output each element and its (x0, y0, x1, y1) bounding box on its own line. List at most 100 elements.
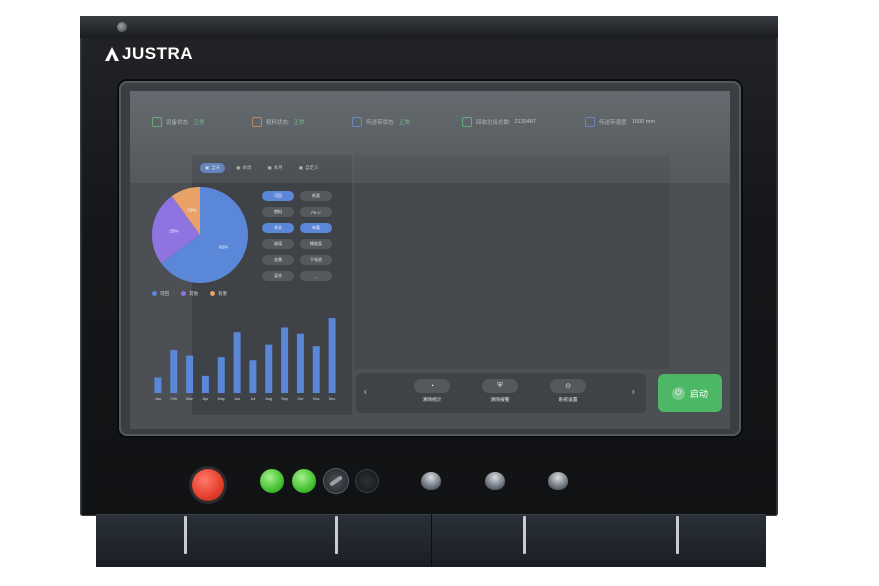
x-tick-label: Jan (155, 397, 161, 401)
indicator-knob-3[interactable] (548, 472, 568, 490)
clear-stats-button[interactable]: ◔ 清除统计 (412, 379, 452, 403)
indicator-knob-1[interactable] (421, 472, 441, 490)
clear-stats-label: 清除统计 (422, 398, 442, 403)
tab-label: 本月 (273, 165, 283, 170)
status-value: 正常 (193, 120, 205, 126)
category-button[interactable]: 可回 (262, 191, 294, 201)
calendar-icon: ▣ (205, 165, 210, 170)
tab-label: 本周 (242, 165, 252, 170)
pie-slice-label: 25% (169, 228, 178, 233)
vent-slot (676, 516, 679, 554)
category-button[interactable]: 纸类 (300, 191, 332, 201)
x-tick-label: Dec (329, 397, 336, 401)
category-button[interactable]: 木头 (262, 223, 294, 233)
calendar-icon: ▣ (236, 165, 241, 170)
x-tick-label: May (218, 397, 225, 401)
clear-alarm-button[interactable]: ⛨ 清除报警 (480, 379, 520, 403)
status-item: 设备状态: 正常 (152, 117, 205, 127)
category-button[interactable]: 干电池 (300, 255, 332, 265)
x-tick-label: Oct (297, 397, 304, 401)
brand-logo: JUSTRA (104, 44, 193, 64)
emergency-stop-button[interactable] (192, 469, 224, 501)
x-tick-label: Aug (265, 397, 272, 401)
bar (217, 357, 225, 393)
logo-text: JUSTRA (122, 44, 194, 63)
legend-swatch (210, 291, 215, 297)
legend-item: 有害 (210, 291, 227, 297)
green-push-button-1[interactable] (260, 469, 284, 493)
status-value: 2135487 (514, 119, 536, 125)
tab-label: 自定义 (305, 165, 319, 170)
category-button[interactable]: 塑料 (262, 207, 294, 217)
bar (249, 360, 257, 393)
status-value: 正常 (293, 120, 305, 126)
status-item: 传送带速度: 1000 mm (585, 117, 655, 127)
screw-icon (117, 22, 127, 32)
speed-icon (585, 117, 595, 127)
nav-next-button[interactable]: › (632, 387, 635, 396)
x-tick-label: Feb (170, 397, 177, 401)
bar (170, 350, 178, 393)
x-tick-label: Mar (186, 397, 193, 401)
bottom-nav: ‹ ◔ 清除统计 ⛨ 清除报警 ⊙ 系统设置 › (356, 373, 646, 413)
bar (201, 375, 209, 393)
period-tab[interactable]: ▣ 本月 (263, 163, 288, 173)
key-switch[interactable] (356, 470, 378, 492)
status-value: 1000 mm (632, 119, 655, 125)
x-tick-label: Apr (202, 397, 209, 401)
x-tick-label: Sep (281, 397, 288, 401)
logo-mark-icon (105, 47, 119, 61)
category-button[interactable]: ... (300, 271, 332, 281)
category-button[interactable]: PE-C (300, 207, 332, 217)
vent-slot (335, 516, 338, 554)
clear-icon: ◔ (414, 379, 450, 393)
legend-swatch (181, 291, 186, 297)
category-button[interactable]: 混合 (262, 271, 294, 281)
status-label: 设备状态: (166, 120, 190, 126)
period-tabs: ▣ 当天 ▣ 本周 ▣ 本月 ▣ 自定义 (200, 163, 324, 173)
start-button[interactable]: ⏻ 启动 (658, 374, 722, 412)
category-button[interactable]: 布类 (300, 223, 332, 233)
status-label: 传送带速度: (599, 120, 629, 126)
vent-slot (184, 516, 187, 554)
green-push-button-2[interactable] (292, 469, 316, 493)
legend-label: 有害 (218, 291, 227, 296)
indicator-knob-2[interactable] (485, 472, 505, 490)
settings-icon: ⊙ (550, 379, 586, 393)
legend-label: 其他 (189, 291, 198, 296)
legend-label: 可回 (160, 291, 169, 296)
start-label: 启动 (689, 388, 708, 399)
cabinet-top-rim (80, 16, 778, 38)
status-value: 正常 (399, 120, 411, 126)
period-tab[interactable]: ▣ 自定义 (294, 163, 324, 173)
device-icon (152, 117, 162, 127)
category-button[interactable]: 玻璃 (262, 239, 294, 249)
waste-pie-chart: 10% 65% 25% (152, 187, 248, 283)
legend-swatch (152, 291, 157, 297)
alarm-icon: ⛨ (482, 379, 518, 393)
bar (281, 327, 289, 393)
pie-slice-label: 65% (219, 244, 228, 249)
bar (154, 377, 162, 393)
status-label: 回收垃圾总数: (476, 120, 511, 126)
system-settings-button[interactable]: ⊙ 系统设置 (548, 379, 588, 403)
period-tab[interactable]: ▣ 本周 (231, 163, 256, 173)
status-label: 传送带状态: (366, 120, 396, 126)
category-button[interactable]: 橡胶类 (300, 239, 332, 249)
camera-view-panel (354, 155, 670, 369)
system-settings-label: 系统设置 (558, 398, 578, 403)
tab-label: 当天 (211, 165, 221, 170)
bar (296, 333, 304, 393)
bar (265, 344, 273, 393)
status-item: 粗料状态: 正常 (252, 117, 305, 127)
category-button[interactable]: 金属 (262, 255, 294, 265)
x-tick-label: Jul (250, 397, 255, 401)
category-button-grid: 可回 纸类 塑料 PE-C 木头 布类 玻璃 橡胶类 金属 干电池 混合... (262, 191, 334, 281)
nav-prev-button[interactable]: ‹ (364, 387, 367, 396)
calendar-icon: ▣ (267, 165, 272, 170)
status-item: 回收垃圾总数: 2135487 (462, 117, 536, 127)
period-tab[interactable]: ▣ 当天 (200, 163, 226, 173)
info-icon (352, 117, 362, 127)
material-icon (252, 117, 262, 127)
x-tick-label: Nov (313, 397, 320, 401)
